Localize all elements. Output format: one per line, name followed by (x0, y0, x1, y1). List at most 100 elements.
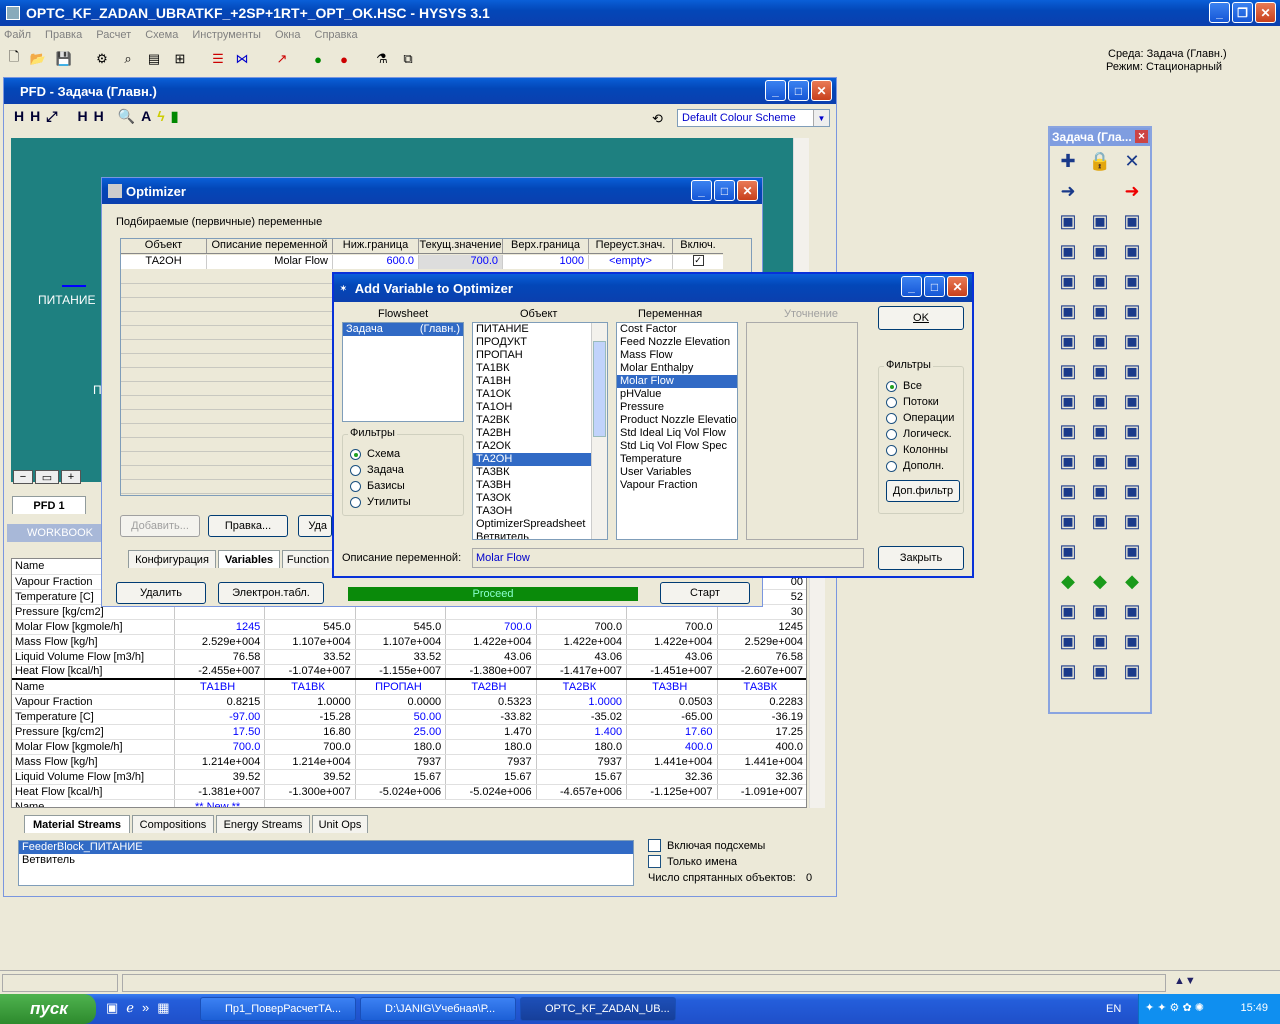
table-cell[interactable]: -2.607e+007 (717, 664, 806, 680)
table-cell[interactable]: ТА2ВН (445, 678, 537, 695)
solver-go-icon[interactable]: ● (308, 49, 328, 69)
table-cell[interactable]: 32.36 (717, 769, 806, 785)
start-button[interactable]: Старт (660, 582, 750, 604)
optimizer-icon[interactable]: ▣ (1118, 598, 1146, 624)
taskbar-item[interactable]: OPTC_KF_ZADAN_UB... (520, 997, 676, 1021)
language-indicator[interactable]: EN (1106, 1003, 1121, 1015)
cooler-icon[interactable]: ▣ (1086, 238, 1114, 264)
list-item[interactable]: Molar Flow (617, 375, 737, 388)
radio-icon[interactable] (350, 496, 361, 508)
list-item[interactable]: ТА3ВН (473, 479, 591, 492)
delete-var-button[interactable]: Уда (298, 515, 332, 537)
spec-list[interactable] (746, 322, 858, 540)
list-item[interactable]: Pressure (617, 401, 737, 414)
pump-icon[interactable]: ▣ (1086, 208, 1114, 234)
tab-function[interactable]: Function (282, 550, 334, 568)
table-cell[interactable]: ТА2ВК (536, 678, 628, 695)
flowsheet-item[interactable]: Задача (Главн.) (343, 323, 463, 336)
table-cell[interactable]: 43.06 (445, 649, 537, 665)
var-desc-field[interactable]: Molar Flow (472, 548, 864, 568)
adjust-icon[interactable]: ◆ (1054, 568, 1082, 594)
row-enabled[interactable]: ✓ (673, 255, 723, 269)
table-cell[interactable]: 39.52 (174, 769, 266, 785)
desktop-icon[interactable]: ▣ (106, 1000, 118, 1016)
colour-scheme-select[interactable]: Default Colour Scheme ▼ (677, 109, 830, 127)
move-icon[interactable]: ✚ (1054, 148, 1082, 174)
table-cell[interactable]: 76.58 (174, 649, 266, 665)
table-cell[interactable]: 0.5323 (445, 694, 537, 710)
liquid-extract-icon[interactable]: ▣ (1086, 478, 1114, 504)
shell-tube-icon[interactable]: ▣ (1054, 268, 1082, 294)
tank-icon[interactable]: ▣ (1118, 208, 1146, 234)
table-row[interactable]: Mass Flow [kg/h] 1.214e+004 1.214e+004 7937… (12, 754, 806, 770)
names-only[interactable]: Только имена (648, 855, 737, 868)
table-cell[interactable]: -15.28 (264, 709, 356, 725)
table-cell[interactable]: 700.0 (174, 739, 266, 755)
list-item[interactable]: ТА2ВК (473, 414, 591, 427)
list-item[interactable]: Feed Nozzle Elevation (617, 336, 737, 349)
object-nav-icon[interactable]: ⚙ (92, 49, 112, 69)
cstr-icon[interactable]: ▣ (1118, 328, 1146, 354)
table-row[interactable]: Liquid Volume Flow [m3/h] 76.58 33.52 33.52… (12, 649, 806, 665)
table-cell[interactable]: 2.529e+004 (174, 634, 266, 650)
table-cell[interactable]: 700.0 (445, 619, 537, 635)
list-item[interactable]: ТА1ОК (473, 388, 591, 401)
table-cell[interactable]: -1.074e+007 (264, 664, 356, 680)
tab-variables[interactable]: Variables (218, 550, 280, 568)
optimizer-maximize-button[interactable]: □ (714, 180, 735, 201)
radio-option[interactable]: Утилиты (350, 494, 411, 510)
include-subflowsheets[interactable]: Включая подсхемы (648, 839, 765, 852)
table-cell[interactable]: 1245 (717, 619, 806, 635)
tab-compositions[interactable]: Compositions (132, 815, 214, 833)
spreadsheet-icon[interactable]: ▤ (144, 49, 164, 69)
side-stripper-icon[interactable]: ▣ (1054, 508, 1082, 534)
table-cell[interactable]: 17.60 (626, 724, 718, 740)
material-stream-icon[interactable]: ➜ (1054, 178, 1082, 204)
list-item[interactable]: Temperature (617, 453, 737, 466)
table-row[interactable]: Liquid Volume Flow [m3/h] 39.52 39.52 15.67… (12, 769, 806, 785)
flowsheet-list[interactable]: Задача (Главн.) (342, 322, 464, 422)
list-item[interactable]: OptimizerSpreadsheet (473, 518, 591, 531)
table-cell[interactable]: 33.52 (264, 649, 356, 665)
pfd-minimize-button[interactable]: _ (765, 80, 786, 101)
zoom-fit-icon[interactable]: ▭ (35, 470, 59, 484)
restore-button[interactable]: ❐ (1232, 2, 1253, 23)
table-cell[interactable]: -65.00 (626, 709, 718, 725)
tab-material-streams[interactable]: Material Streams (24, 815, 130, 833)
checkbox-icon[interactable] (648, 855, 661, 868)
table-row[interactable]: Mass Flow [kg/h] 2.529e+004 1.107e+004 1.10… (12, 634, 806, 650)
table-cell[interactable]: 1.422e+004 (626, 634, 718, 650)
pfd-close-button[interactable]: ✕ (811, 80, 832, 101)
table-cell[interactable]: ** New ** (174, 799, 266, 807)
optimizer-minimize-button[interactable]: _ (691, 180, 712, 201)
close-dialog-button[interactable]: Закрыть (878, 546, 964, 570)
menu-file[interactable]: Файл (4, 29, 31, 41)
splitter-icon[interactable]: ▣ (1054, 388, 1082, 414)
table-cell[interactable]: 1.470 (445, 724, 537, 740)
chevron-down-icon[interactable]: ▼ (813, 110, 829, 126)
refluxed-icon[interactable]: ▣ (1086, 448, 1114, 474)
table-cell[interactable]: 180.0 (445, 739, 537, 755)
table-cell[interactable]: ТА1ВН (174, 678, 266, 695)
table-row[interactable]: Pressure [kg/cm2] 17.50 16.80 25.00 1.470 1.4… (12, 724, 806, 740)
list-item[interactable]: Mass Flow (617, 349, 737, 362)
table-row[interactable]: Name ** New ** (12, 799, 806, 807)
table-cell[interactable]: -1.451e+007 (626, 664, 718, 680)
furnace-icon[interactable]: ▣ (1118, 268, 1146, 294)
valve2-icon[interactable]: ▣ (1118, 298, 1146, 324)
list-item[interactable]: Ветвитель (473, 531, 591, 539)
table-cell[interactable]: ПРОПАН (355, 678, 447, 695)
table-cell[interactable]: 43.06 (626, 649, 718, 665)
radio-option[interactable]: Логическ. (886, 426, 954, 442)
table-cell[interactable]: -1.091e+007 (717, 784, 806, 800)
delete-button[interactable]: Удалить (116, 582, 206, 604)
table-cell[interactable]: 700.0 (626, 619, 718, 635)
tray-icons[interactable]: ✦ ✦ ⚙ ✿ ✺ (1145, 1001, 1204, 1014)
table-cell[interactable]: 1.0000 (536, 694, 628, 710)
menu-tools[interactable]: Инструменты (192, 29, 261, 41)
media-icon[interactable]: » (142, 1000, 149, 1016)
table-cell[interactable]: 43.06 (536, 649, 628, 665)
text-icon[interactable]: A (141, 108, 151, 132)
table-row[interactable]: Vapour Fraction 0.8215 1.0000 0.0000 0.5323 1… (12, 694, 806, 710)
radio-option[interactable]: Базисы (350, 478, 411, 494)
